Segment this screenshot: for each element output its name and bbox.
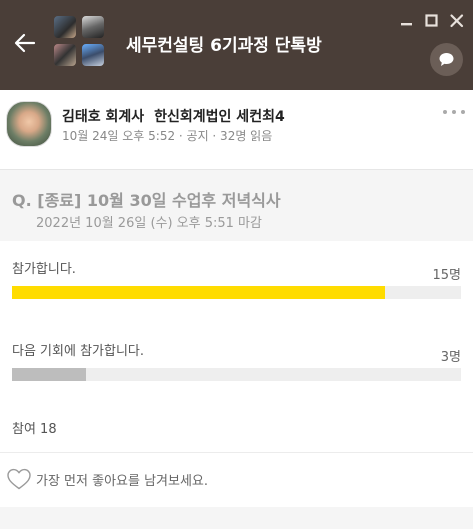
member-avatar <box>52 42 78 68</box>
heart-icon[interactable] <box>6 467 32 491</box>
poll-option-fill <box>12 368 87 381</box>
member-avatar <box>52 14 78 40</box>
chat-bubble-icon <box>439 53 454 66</box>
footer-spacer <box>0 507 473 529</box>
divider <box>0 452 473 453</box>
more-icon[interactable] <box>441 105 467 119</box>
poll-option-count: 3명 <box>440 350 461 365</box>
poll-option-label: 다음 기회에 참가합니다. <box>12 344 144 359</box>
like-prompt: 가장 먼저 좋아요를 남겨보세요. <box>36 474 209 489</box>
post-meta: 10월 24일 오후 5:52 · 공지 · 32명 읽음 <box>62 129 273 143</box>
author-avatar[interactable] <box>6 101 52 147</box>
minimize-icon[interactable] <box>398 12 416 30</box>
maximize-icon[interactable] <box>423 12 441 30</box>
author-name: 김태호 회계사 <box>62 109 145 125</box>
post-header: 김태호 회계사 한신회계법인 세컨최4 10월 24일 오후 5:52 · 공지 … <box>0 90 473 170</box>
poll-results: 참가합니다. 15명 다음 기회에 참가합니다. 3명 참여 18 가장 먼저 … <box>0 241 473 529</box>
poll-question: Q. [종료] 10월 30일 수업후 저녁식사 <box>12 191 281 210</box>
poll-option-count: 15명 <box>432 268 461 283</box>
poll-option-fill <box>12 286 385 299</box>
back-arrow-icon[interactable] <box>12 30 38 56</box>
participant-count[interactable]: 참여 18 <box>12 418 57 437</box>
member-avatar <box>80 14 106 40</box>
poll-option-bar[interactable] <box>12 286 461 299</box>
title-bar: 세무컨설팅 6기과정 단톡방 <box>0 0 473 90</box>
poll-option-bar[interactable] <box>12 368 461 381</box>
chatroom-title: 세무컨설팅 6기과정 단톡방 <box>126 36 322 56</box>
member-avatar <box>80 42 106 68</box>
author-organization: 한신회계법인 세컨최4 <box>154 109 285 125</box>
poll-option-label: 참가합니다. <box>12 262 76 277</box>
poll-deadline: 2022년 10월 26일 (수) 오후 5:51 마감 <box>36 216 262 231</box>
close-icon[interactable] <box>448 12 466 30</box>
chat-bubble-button[interactable] <box>430 43 463 76</box>
author-line: 김태호 회계사 한신회계법인 세컨최4 <box>62 106 285 126</box>
chatroom-avatar-group <box>52 14 110 72</box>
